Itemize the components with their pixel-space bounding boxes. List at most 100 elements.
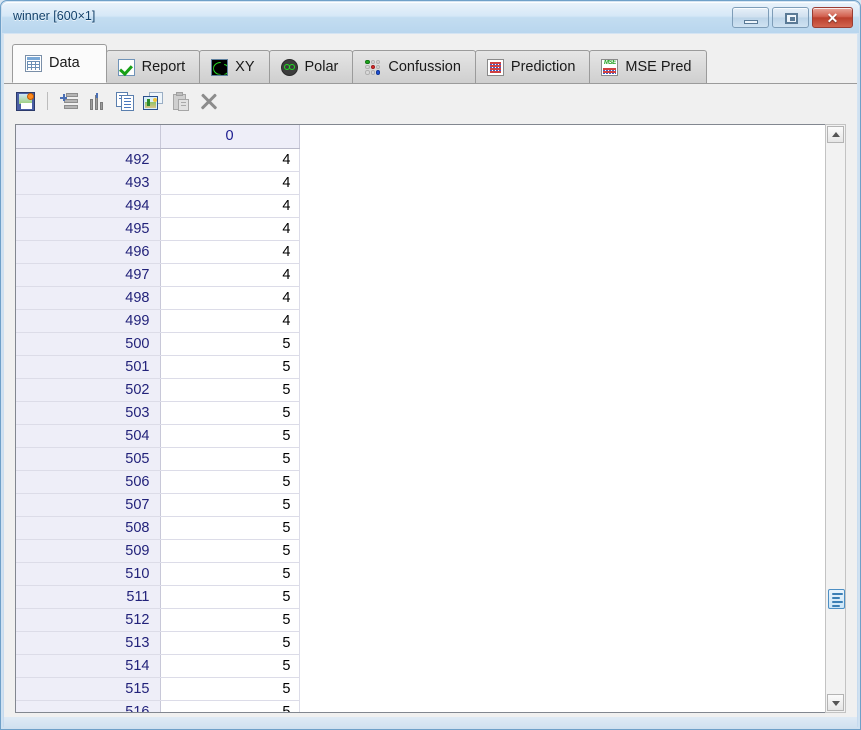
data-cell[interactable]: 4 xyxy=(160,309,300,333)
row-header-cell[interactable]: 504 xyxy=(16,424,161,448)
close-button[interactable]: ✕ xyxy=(812,7,853,28)
vertical-scrollbar[interactable] xyxy=(825,124,846,713)
data-cell[interactable]: 4 xyxy=(160,148,300,172)
table-row[interactable]: 492 4 xyxy=(16,148,300,172)
row-header-cell[interactable]: 511 xyxy=(16,585,161,609)
row-header-cell[interactable]: 496 xyxy=(16,240,161,264)
tab-confussion[interactable]: Confussion xyxy=(352,50,476,83)
insert-row-button[interactable] xyxy=(57,89,81,113)
table-row[interactable]: 509 5 xyxy=(16,539,300,563)
table-row[interactable]: 507 5 xyxy=(16,493,300,517)
table-row[interactable]: 505 5 xyxy=(16,447,300,471)
table-row[interactable]: 502 5 xyxy=(16,378,300,402)
minimize-button[interactable] xyxy=(732,7,769,28)
data-grid[interactable]: 0 492 4 493 4 494 4 495 4 496 4 497 4 498 4 499 4 500 5 50… xyxy=(15,124,825,713)
row-header-cell[interactable]: 512 xyxy=(16,608,161,632)
tab-prediction[interactable]: Prediction xyxy=(474,50,591,83)
row-header-cell[interactable]: 495 xyxy=(16,217,161,241)
title-bar[interactable]: winner [600×1] ✕ xyxy=(2,2,859,33)
data-cell[interactable]: 4 xyxy=(160,217,300,241)
data-cell[interactable]: 5 xyxy=(160,378,300,402)
data-cell[interactable]: 4 xyxy=(160,240,300,264)
row-header-cell[interactable]: 501 xyxy=(16,355,161,379)
table-row[interactable]: 493 4 xyxy=(16,171,300,195)
data-cell[interactable]: 4 xyxy=(160,171,300,195)
row-header-cell[interactable]: 510 xyxy=(16,562,161,586)
data-cell[interactable]: 5 xyxy=(160,677,300,701)
table-row[interactable]: 500 5 xyxy=(16,332,300,356)
row-header-cell[interactable]: 502 xyxy=(16,378,161,402)
data-cell[interactable]: 4 xyxy=(160,194,300,218)
data-cell[interactable]: 5 xyxy=(160,355,300,379)
table-row[interactable]: 504 5 xyxy=(16,424,300,448)
data-cell[interactable]: 5 xyxy=(160,654,300,678)
data-cell[interactable]: 5 xyxy=(160,493,300,517)
table-row[interactable]: 511 5 xyxy=(16,585,300,609)
data-cell[interactable]: 5 xyxy=(160,608,300,632)
data-cell[interactable]: 5 xyxy=(160,631,300,655)
data-cell[interactable]: 5 xyxy=(160,424,300,448)
tab-mse-pred[interactable]: MSE MSE Pred xyxy=(589,50,707,83)
row-header-cell[interactable]: 499 xyxy=(16,309,161,333)
table-row[interactable]: 506 5 xyxy=(16,470,300,494)
data-cell[interactable]: 5 xyxy=(160,470,300,494)
row-header-cell[interactable]: 505 xyxy=(16,447,161,471)
data-cell[interactable]: 5 xyxy=(160,585,300,609)
grid-corner-cell[interactable] xyxy=(16,125,161,149)
tab-xy[interactable]: XY xyxy=(199,50,270,83)
row-header-cell[interactable]: 492 xyxy=(16,148,161,172)
row-header-cell[interactable]: 513 xyxy=(16,631,161,655)
data-cell[interactable]: 5 xyxy=(160,401,300,425)
data-cell[interactable]: 5 xyxy=(160,700,300,712)
data-cell[interactable]: 5 xyxy=(160,539,300,563)
row-header-cell[interactable]: 500 xyxy=(16,332,161,356)
table-row[interactable]: 497 4 xyxy=(16,263,300,287)
scroll-down-button[interactable] xyxy=(827,694,844,711)
table-row[interactable]: 495 4 xyxy=(16,217,300,241)
maximize-button[interactable] xyxy=(772,7,809,28)
scrollbar-thumb[interactable] xyxy=(828,589,845,609)
table-row[interactable]: 510 5 xyxy=(16,562,300,586)
tab-polar[interactable]: Polar xyxy=(268,50,354,83)
table-row[interactable]: 508 5 xyxy=(16,516,300,540)
data-cell[interactable]: 5 xyxy=(160,516,300,540)
table-row[interactable]: 496 4 xyxy=(16,240,300,264)
row-header-cell[interactable]: 494 xyxy=(16,194,161,218)
table-row[interactable]: 499 4 xyxy=(16,309,300,333)
table-row[interactable]: 513 5 xyxy=(16,631,300,655)
copy-table-button[interactable] xyxy=(113,89,137,113)
table-row[interactable]: 514 5 xyxy=(16,654,300,678)
table-row[interactable]: 498 4 xyxy=(16,286,300,310)
row-header-cell[interactable]: 503 xyxy=(16,401,161,425)
row-header-cell[interactable]: 515 xyxy=(16,677,161,701)
row-header-cell[interactable]: 508 xyxy=(16,516,161,540)
table-row[interactable]: 512 5 xyxy=(16,608,300,632)
data-cell[interactable]: 5 xyxy=(160,447,300,471)
tab-data[interactable]: Data xyxy=(12,44,107,83)
table-row[interactable]: 494 4 xyxy=(16,194,300,218)
columns-chart-button[interactable] xyxy=(85,89,109,113)
row-header-cell[interactable]: 509 xyxy=(16,539,161,563)
row-header-cell[interactable]: 516 xyxy=(16,700,161,712)
column-header-0[interactable]: 0 xyxy=(160,125,300,149)
row-header-cell[interactable]: 497 xyxy=(16,263,161,287)
data-cell[interactable]: 4 xyxy=(160,263,300,287)
row-header-cell[interactable]: 493 xyxy=(16,171,161,195)
delete-button[interactable] xyxy=(197,89,221,113)
table-row[interactable]: 515 5 xyxy=(16,677,300,701)
row-header-cell[interactable]: 507 xyxy=(16,493,161,517)
table-row[interactable]: 501 5 xyxy=(16,355,300,379)
data-cell[interactable]: 5 xyxy=(160,562,300,586)
row-header-cell[interactable]: 506 xyxy=(16,470,161,494)
copy-image-button[interactable] xyxy=(141,89,165,113)
row-header-cell[interactable]: 514 xyxy=(16,654,161,678)
data-cell[interactable]: 4 xyxy=(160,286,300,310)
data-cell[interactable]: 5 xyxy=(160,332,300,356)
tab-report[interactable]: Report xyxy=(105,50,201,83)
table-row[interactable]: 516 5 xyxy=(16,700,300,712)
table-row[interactable]: 503 5 xyxy=(16,401,300,425)
save-image-button[interactable] xyxy=(14,89,38,113)
scroll-up-button[interactable] xyxy=(827,126,844,143)
row-header-cell[interactable]: 498 xyxy=(16,286,161,310)
paste-clipboard-button[interactable] xyxy=(169,89,193,113)
